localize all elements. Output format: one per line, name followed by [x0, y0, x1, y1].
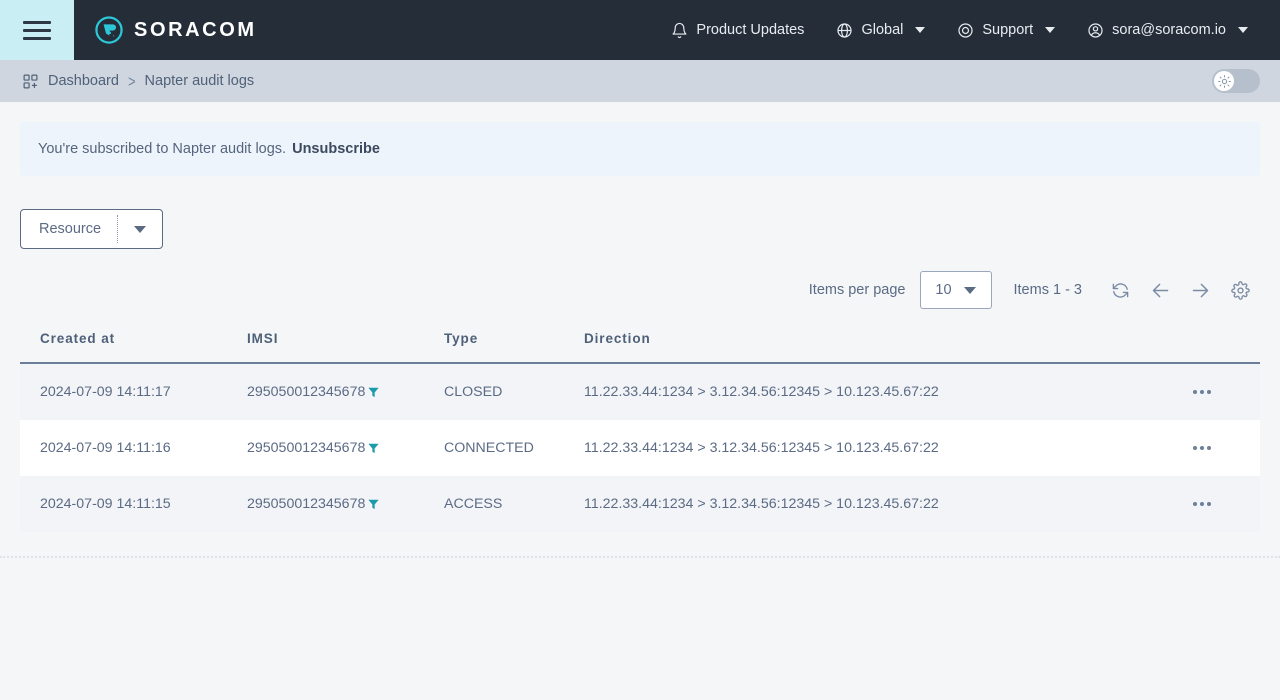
table-body: 2024-07-09 14:11:17 295050012345678 CLOS… [20, 363, 1260, 532]
resource-filter-label: Resource [21, 210, 117, 248]
hamburger-icon [23, 21, 51, 40]
breadcrumb-separator: > [128, 72, 136, 91]
cell-actions [1124, 363, 1260, 420]
table-row[interactable]: 2024-07-09 14:11:15 295050012345678 ACCE… [20, 476, 1260, 532]
main-content: You're subscribed to Napter audit logs. … [0, 122, 1280, 532]
table-row[interactable]: 2024-07-09 14:11:17 295050012345678 CLOS… [20, 363, 1260, 420]
banner-message: You're subscribed to Napter audit logs. [38, 141, 286, 157]
imsi-value: 295050012345678 [247, 384, 365, 400]
dashboard-add-icon [22, 73, 39, 90]
nav-item-product-updates[interactable]: Product Updates [655, 0, 820, 60]
table-header: Created at IMSI Type Direction [20, 323, 1260, 363]
user-circle-icon [1087, 22, 1104, 39]
audit-logs-table: Created at IMSI Type Direction 2024-07-0… [20, 323, 1260, 532]
subscription-banner: You're subscribed to Napter audit logs. … [20, 122, 1260, 176]
previous-page-button[interactable] [1140, 271, 1180, 309]
cell-actions [1124, 476, 1260, 532]
breadcrumb-item-dashboard[interactable]: Dashboard [48, 73, 119, 89]
section-divider [0, 556, 1280, 558]
bell-icon [671, 22, 688, 39]
ellipsis-icon [1193, 390, 1211, 394]
nav-item-support[interactable]: Support [941, 0, 1071, 60]
audit-logs-table-container: Created at IMSI Type Direction 2024-07-0… [20, 323, 1260, 532]
arrow-left-icon [1150, 280, 1171, 301]
arrow-right-icon [1190, 280, 1211, 301]
table-settings-button[interactable] [1220, 271, 1260, 309]
column-header-created-at[interactable]: Created at [20, 323, 227, 363]
cell-direction: 11.22.33.44:1234 > 3.12.34.56:12345 > 10… [564, 476, 1124, 532]
breadcrumb-bar: Dashboard > Napter audit logs [0, 60, 1280, 102]
cell-direction: 11.22.33.44:1234 > 3.12.34.56:12345 > 10… [564, 420, 1124, 476]
nav-item-label: Support [982, 22, 1033, 38]
column-header-direction[interactable]: Direction [564, 323, 1124, 363]
table-row[interactable]: 2024-07-09 14:11:16 295050012345678 CONN… [20, 420, 1260, 476]
next-page-button[interactable] [1180, 271, 1220, 309]
resource-filter-toggle[interactable] [118, 210, 162, 248]
row-actions-button[interactable] [1144, 420, 1260, 476]
pagination-toolbar: Items per page 10 Items 1 - 3 [20, 271, 1260, 309]
brand-home-link[interactable]: SORACOM [94, 15, 257, 45]
items-per-page-value: 10 [935, 282, 951, 298]
cell-direction: 11.22.33.44:1234 > 3.12.34.56:12345 > 10… [564, 363, 1124, 420]
globe-icon [836, 22, 853, 39]
nav-item-label: Global [861, 22, 903, 38]
menu-toggle-button[interactable] [0, 0, 74, 60]
filter-icon[interactable] [367, 386, 380, 399]
cell-actions [1124, 420, 1260, 476]
sun-icon [1218, 75, 1231, 88]
cell-imsi: 295050012345678 [227, 363, 424, 420]
chevron-down-icon [1238, 27, 1248, 33]
gear-icon [1231, 281, 1250, 300]
cell-type: CLOSED [424, 363, 564, 420]
cell-imsi: 295050012345678 [227, 476, 424, 532]
cell-type: CONNECTED [424, 420, 564, 476]
ellipsis-icon [1193, 446, 1211, 450]
cell-type: ACCESS [424, 476, 564, 532]
imsi-value: 295050012345678 [247, 440, 365, 456]
cell-created-at: 2024-07-09 14:11:16 [20, 420, 227, 476]
brand-name: SORACOM [134, 19, 257, 42]
cell-created-at: 2024-07-09 14:11:15 [20, 476, 227, 532]
row-actions-button[interactable] [1144, 476, 1260, 532]
lifebuoy-icon [957, 22, 974, 39]
nav-item-label: Product Updates [696, 22, 804, 38]
ellipsis-icon [1193, 502, 1211, 506]
column-header-type[interactable]: Type [424, 323, 564, 363]
unsubscribe-link[interactable]: Unsubscribe [292, 141, 380, 157]
top-navigation-bar: SORACOM Product Updates Global Supp [0, 0, 1280, 60]
cell-imsi: 295050012345678 [227, 420, 424, 476]
refresh-icon [1111, 281, 1130, 300]
soracom-logo-icon [94, 15, 124, 45]
resource-filter-dropdown[interactable]: Resource [20, 209, 163, 249]
top-nav-items: Product Updates Global Support [655, 0, 1280, 60]
filter-icon[interactable] [367, 498, 380, 511]
items-range-label: Items 1 - 3 [1014, 282, 1083, 298]
items-per-page-select[interactable]: 10 [920, 271, 992, 309]
filter-icon[interactable] [367, 442, 380, 455]
nav-item-label: sora@soracom.io [1112, 22, 1226, 38]
imsi-value: 295050012345678 [247, 496, 365, 512]
nav-item-account[interactable]: sora@soracom.io [1071, 0, 1264, 60]
theme-toggle[interactable] [1212, 69, 1260, 93]
breadcrumb: Dashboard > Napter audit logs [22, 73, 254, 90]
chevron-down-icon [1045, 27, 1055, 33]
breadcrumb-item-current: Napter audit logs [145, 73, 255, 89]
theme-toggle-knob [1214, 71, 1234, 91]
row-actions-button[interactable] [1144, 364, 1260, 420]
cell-created-at: 2024-07-09 14:11:17 [20, 363, 227, 420]
refresh-button[interactable] [1100, 271, 1140, 309]
filter-toolbar: Resource [20, 209, 1260, 249]
items-per-page-label: Items per page [809, 282, 906, 298]
chevron-down-icon [964, 287, 976, 294]
table-header-row: Created at IMSI Type Direction [20, 323, 1260, 363]
column-header-imsi[interactable]: IMSI [227, 323, 424, 363]
column-header-actions [1124, 323, 1260, 363]
chevron-down-icon [915, 27, 925, 33]
chevron-down-icon [134, 226, 146, 233]
nav-item-global[interactable]: Global [820, 0, 941, 60]
